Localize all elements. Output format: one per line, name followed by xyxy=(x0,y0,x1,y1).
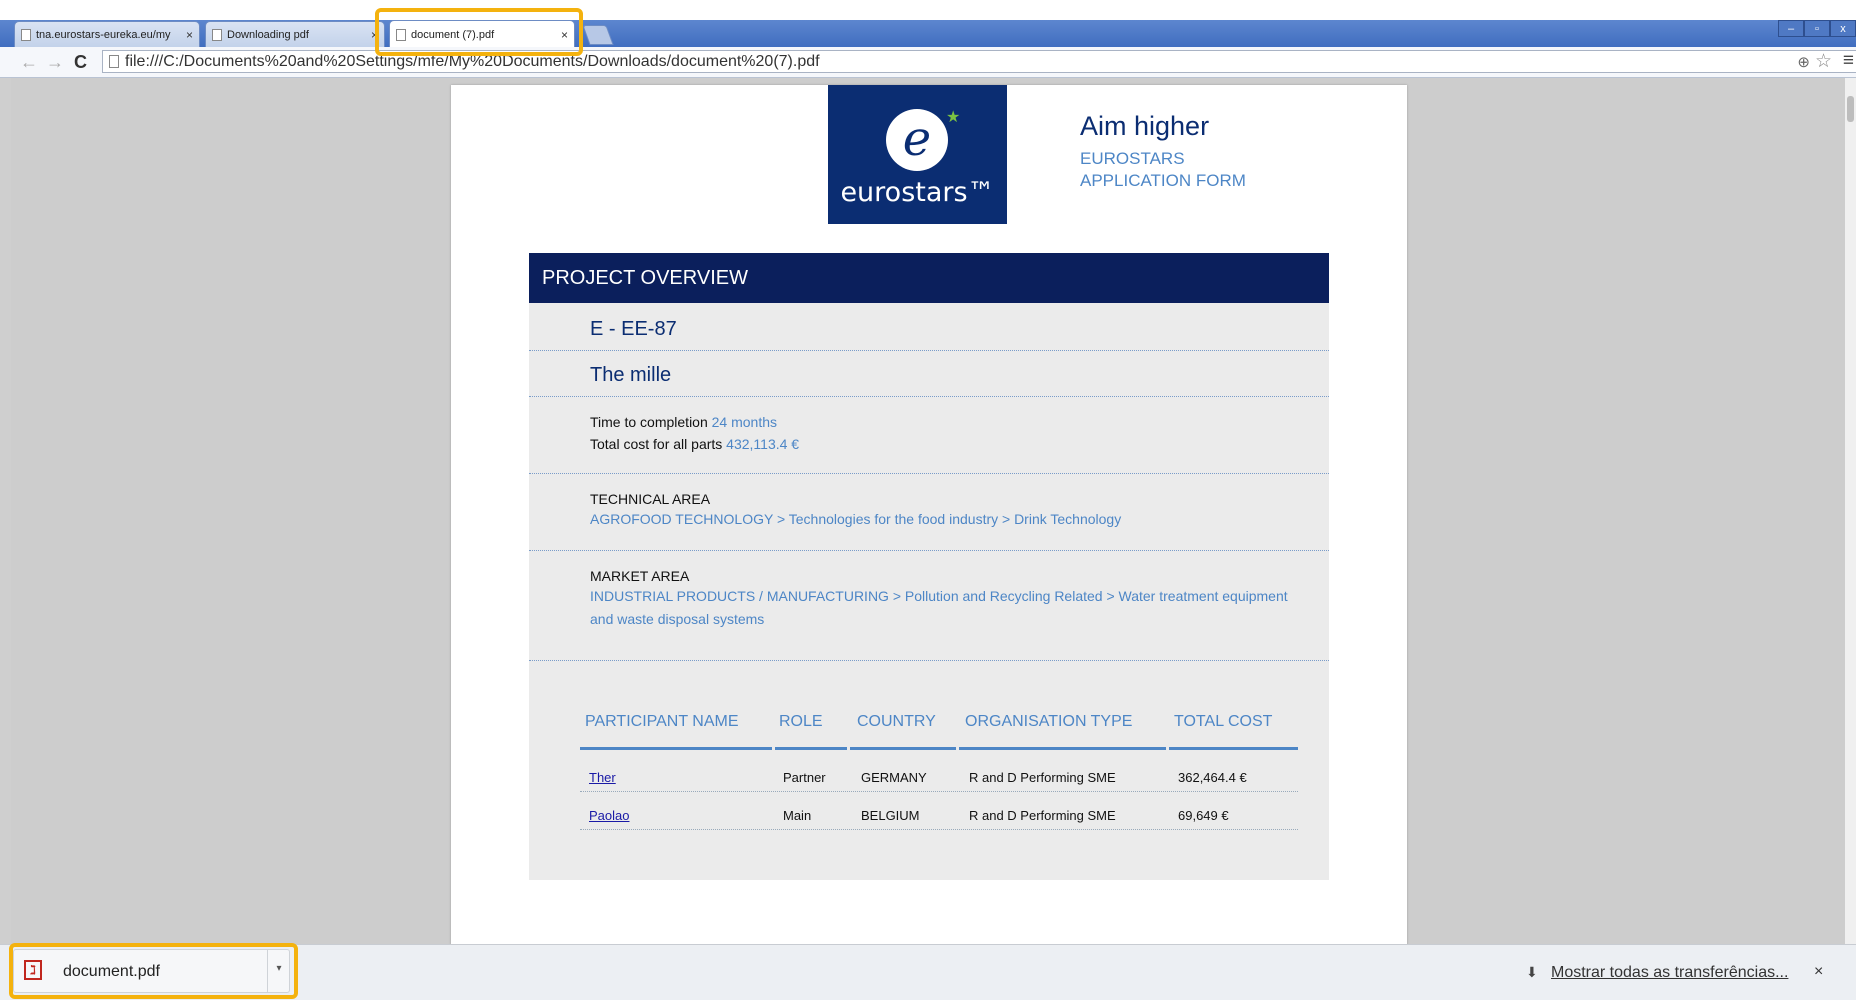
tab-eurostars[interactable]: tna.eurostars-eureka.eu/my × xyxy=(14,21,200,47)
divider xyxy=(529,350,1329,351)
minimize-button[interactable]: – xyxy=(1778,20,1804,37)
form-title-line1: EUROSTARS xyxy=(1080,149,1185,168)
page-icon xyxy=(109,55,119,68)
column-header: TOTAL COST xyxy=(1174,713,1273,730)
market-area-value-line1: INDUSTRIAL PRODUCTS / MANUFACTURING > Po… xyxy=(590,588,1288,604)
zoom-icon[interactable]: ⊕ xyxy=(1797,53,1810,71)
divider xyxy=(529,550,1329,551)
back-button[interactable]: ← xyxy=(20,52,38,73)
market-area-label: MARKET AREA xyxy=(590,568,690,584)
table-cell: Main xyxy=(783,808,812,823)
forward-button[interactable]: → xyxy=(46,52,64,73)
tab-title: tna.eurostars-eureka.eu/my xyxy=(36,28,171,41)
participant-link[interactable]: Ther xyxy=(589,770,616,785)
row-divider xyxy=(580,791,1298,792)
page-icon xyxy=(21,28,31,41)
browser-toolbar: ← → C file:///C:/Documents%20and%20Setti… xyxy=(0,47,1856,78)
highlight-download-item xyxy=(9,943,298,999)
column-header: ORGANISATION TYPE xyxy=(965,713,1133,730)
cost-label: Total cost for all parts xyxy=(590,436,723,452)
close-icon[interactable]: × xyxy=(186,28,193,42)
time-label: Time to completion xyxy=(590,414,708,430)
tab-bar: tna.eurostars-eureka.eu/my × Downloading… xyxy=(0,0,1856,48)
divider xyxy=(529,660,1329,661)
table-cell: Partner xyxy=(783,770,826,785)
highlight-active-tab xyxy=(375,8,583,56)
row-divider xyxy=(580,829,1298,830)
table-cell: 362,464.4 € xyxy=(1178,770,1247,785)
form-title-line2: APPLICATION FORM xyxy=(1080,171,1246,190)
window-controls: – ▫ x xyxy=(1778,20,1856,38)
participant-link[interactable]: Paolao xyxy=(589,808,629,823)
maximize-button[interactable]: ▫ xyxy=(1804,20,1830,37)
divider xyxy=(529,396,1329,397)
tagline: Aim higher xyxy=(1080,111,1210,141)
table-cell: R and D Performing SME xyxy=(969,808,1116,823)
pdf-page: e ★ eurostars™ Aim higher EUROSTARS APPL… xyxy=(451,85,1407,945)
logo-circle: e xyxy=(886,109,948,171)
logo-wordmark: eurostars™ xyxy=(840,177,995,208)
table-cell: GERMANY xyxy=(861,770,927,785)
market-area-value-line2: and waste disposal systems xyxy=(590,611,765,627)
header-underline xyxy=(959,747,1166,750)
header-underline xyxy=(775,747,847,750)
close-shelf-button[interactable]: × xyxy=(1814,963,1823,981)
total-cost: Total cost for all parts 432,113.4 € xyxy=(590,436,799,452)
section-title: PROJECT OVERVIEW xyxy=(529,253,1329,303)
project-overview-section: PROJECT OVERVIEW E - EE-87 The mille Tim… xyxy=(529,253,1329,880)
column-header: PARTICIPANT NAME xyxy=(585,713,739,730)
reload-button[interactable]: C xyxy=(74,52,87,73)
project-name: The mille xyxy=(590,364,672,386)
column-header: COUNTRY xyxy=(857,713,936,730)
scrollbar-thumb[interactable] xyxy=(1847,96,1854,122)
project-id: E - EE-87 xyxy=(590,318,677,340)
time-to-completion: Time to completion 24 months xyxy=(590,414,777,430)
header-underline xyxy=(850,747,956,750)
tab-title: Downloading pdf xyxy=(227,28,309,41)
address-bar[interactable]: file:///C:/Documents%20and%20Settings/mf… xyxy=(102,50,1856,73)
menu-icon[interactable]: ≡ xyxy=(1843,50,1854,72)
eurostars-logo: e ★ eurostars™ xyxy=(828,85,1007,224)
header-underline xyxy=(1169,747,1298,750)
close-window-button[interactable]: x xyxy=(1830,20,1856,37)
time-value: 24 months xyxy=(711,414,778,430)
divider xyxy=(529,473,1329,474)
header-underline xyxy=(580,747,772,750)
cost-value: 432,113.4 € xyxy=(726,436,800,452)
tab-downloading-pdf[interactable]: Downloading pdf × xyxy=(205,21,385,47)
table-cell: BELGIUM xyxy=(861,808,920,823)
page-icon xyxy=(212,28,222,41)
technical-area-label: TECHNICAL AREA xyxy=(590,491,711,507)
table-cell: R and D Performing SME xyxy=(969,770,1116,785)
show-all-downloads-link[interactable]: Mostrar todas as transferências... xyxy=(1551,964,1788,982)
download-arrow-icon: ⬇ xyxy=(1526,964,1538,980)
star-icon: ★ xyxy=(946,109,961,126)
logo-letter: e xyxy=(902,111,932,167)
table-cell: 69,649 € xyxy=(1178,808,1229,823)
bookmark-star-icon[interactable]: ☆ xyxy=(1815,50,1832,73)
technical-area-value: AGROFOOD TECHNOLOGY > Technologies for t… xyxy=(590,511,1122,527)
scrollbar[interactable] xyxy=(1845,78,1856,944)
column-header: ROLE xyxy=(779,713,823,730)
